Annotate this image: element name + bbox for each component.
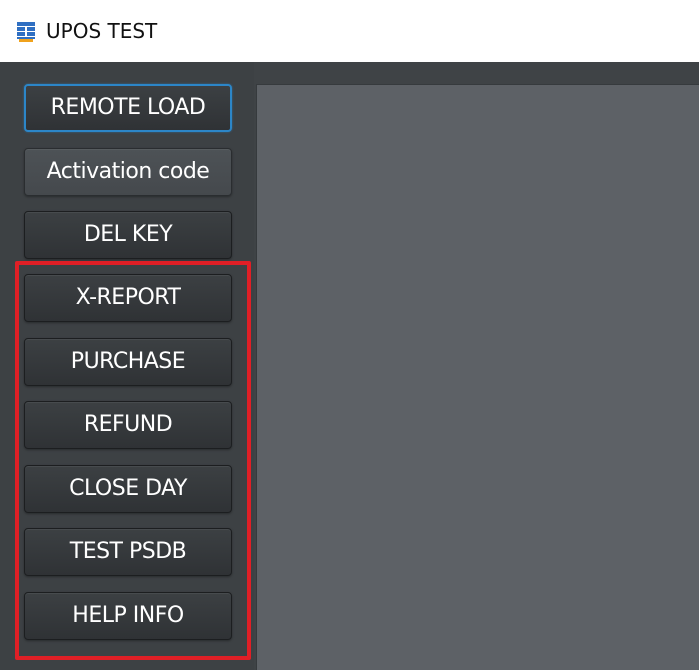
app-window: UPOS TEST REMOTE LOAD Activation code DE… [0,0,699,670]
purchase-button[interactable]: PURCHASE [24,338,232,386]
del-key-button[interactable]: DEL KEY [24,211,232,259]
content-panel [256,84,699,670]
title-bar: UPOS TEST [0,0,699,62]
window-title: UPOS TEST [46,19,158,43]
help-info-button[interactable]: HELP INFO [24,592,232,640]
refund-button[interactable]: REFUND [24,401,232,449]
test-psdb-button[interactable]: TEST PSDB [24,528,232,576]
x-report-button[interactable]: X-REPORT [24,274,232,322]
close-day-button[interactable]: CLOSE DAY [24,465,232,513]
app-grid-icon [17,22,35,42]
activation-code-button[interactable]: Activation code [24,148,232,196]
client-area: REMOTE LOAD Activation code DEL KEY X-RE… [0,62,699,670]
remote-load-button[interactable]: REMOTE LOAD [24,84,232,132]
sidebar: REMOTE LOAD Activation code DEL KEY X-RE… [0,62,254,670]
